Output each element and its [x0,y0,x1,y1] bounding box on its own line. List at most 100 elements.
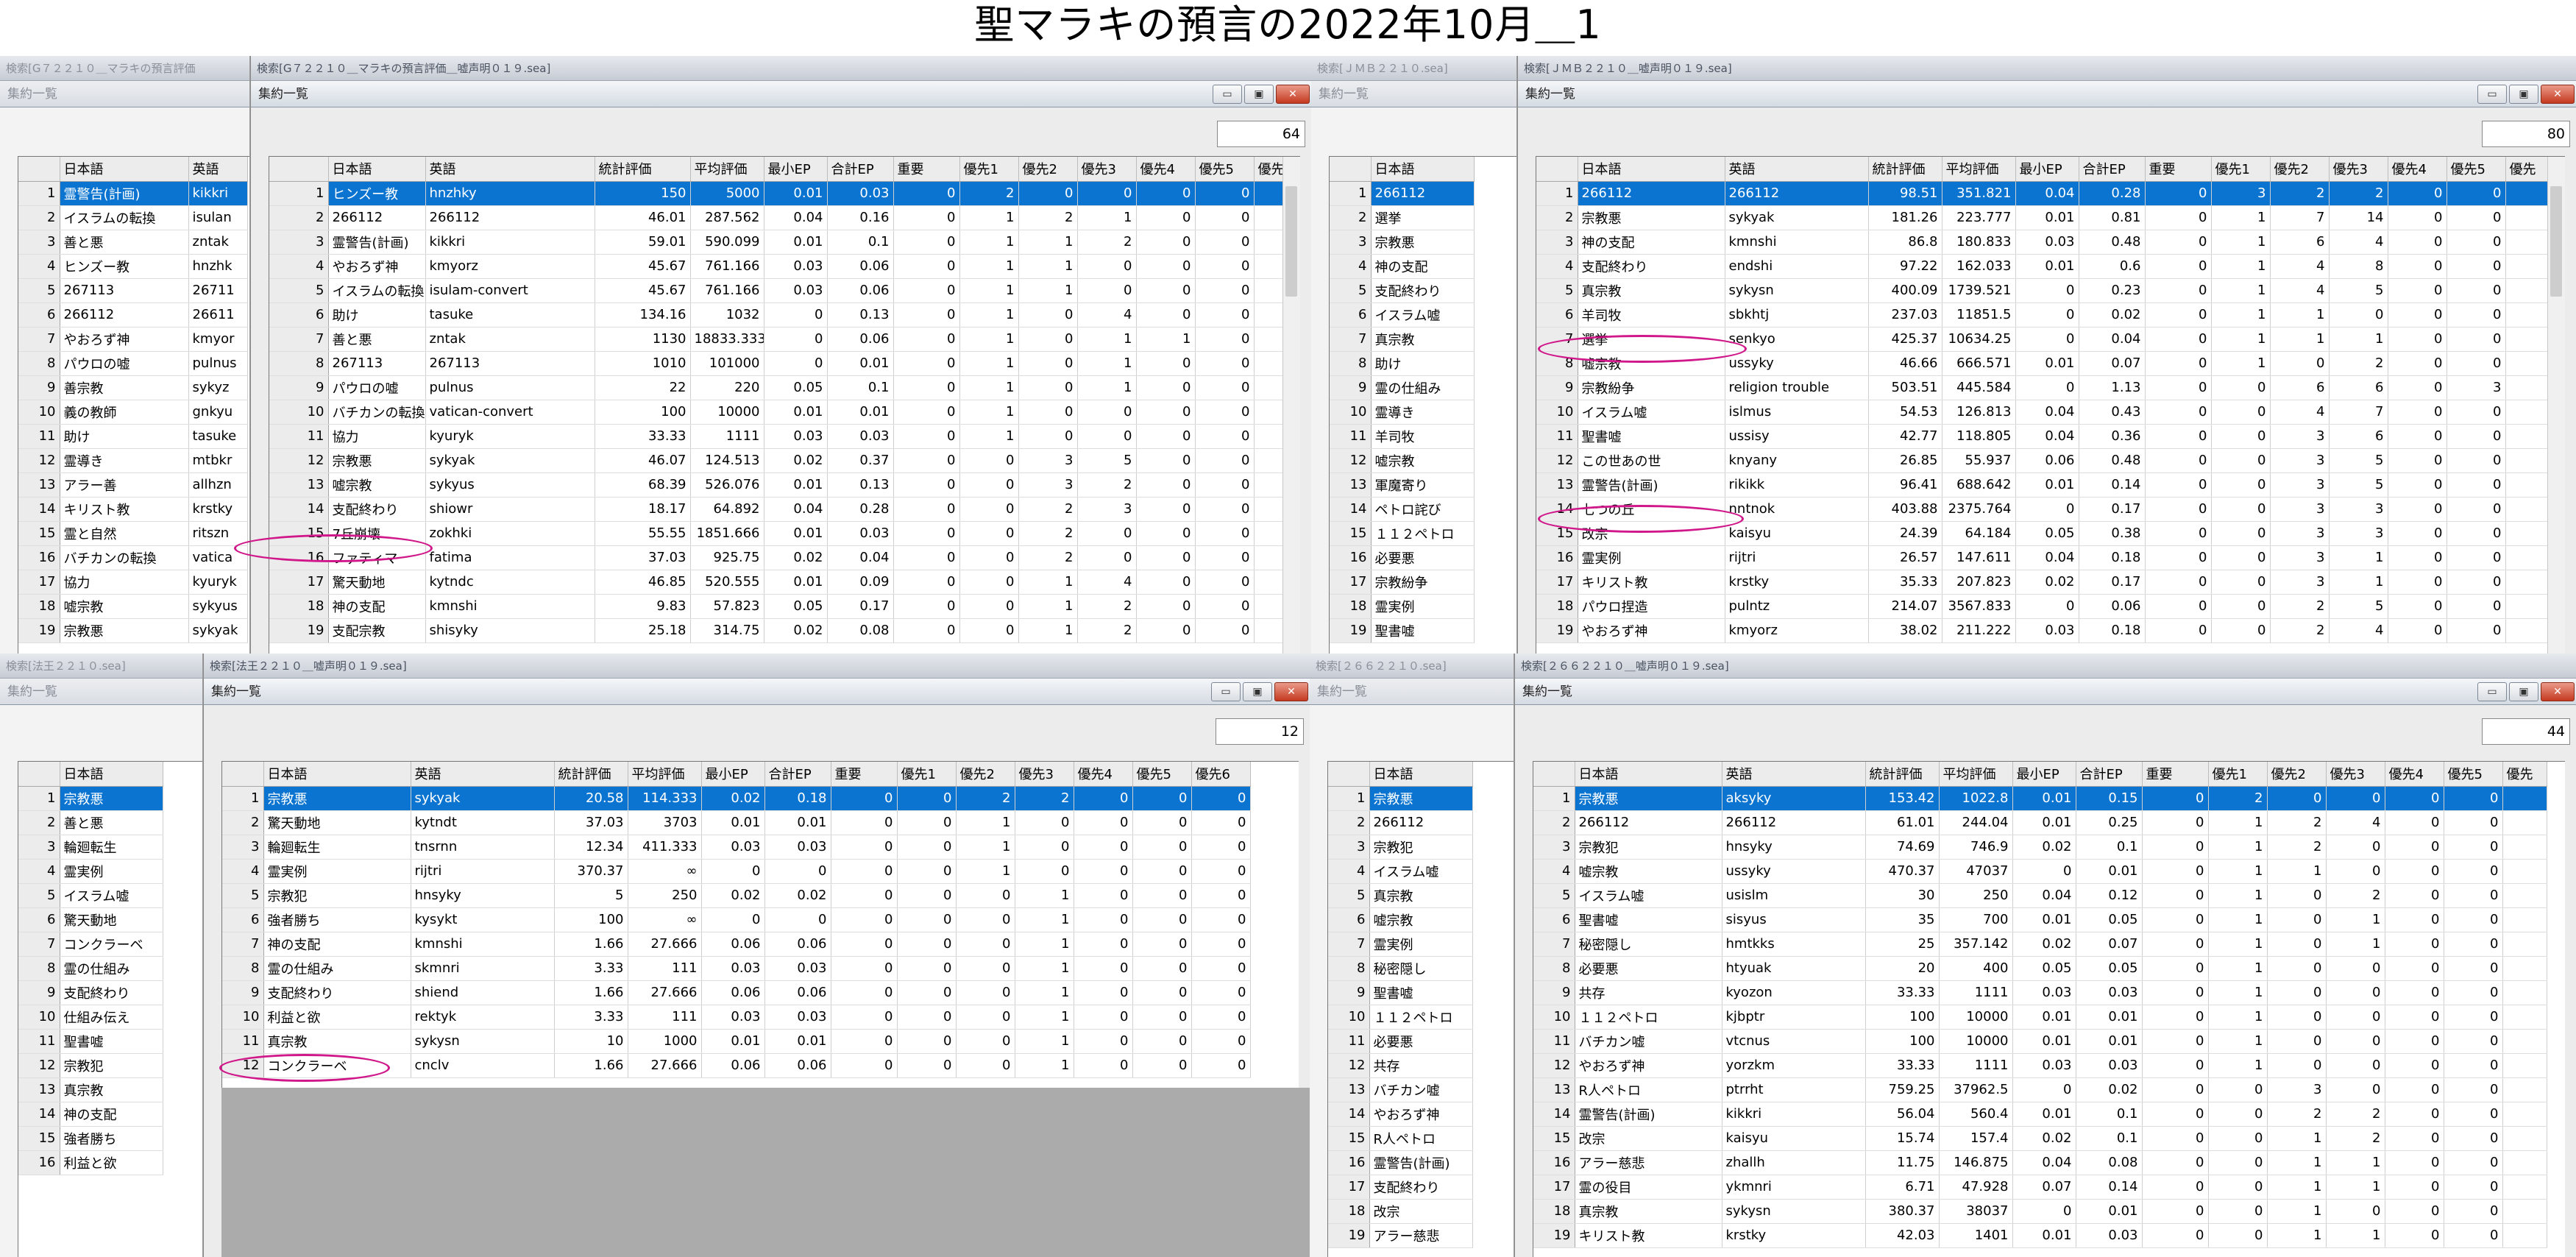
main-1-cell[interactable]: 7丘崩壊 [328,521,426,546]
main-2-cell[interactable]: nntnok [1725,497,1869,522]
main-3-table-row[interactable]: 7 神の支配 kmnshi 1.66 27.666 0.06 0.06 0 0 0 1 0 0 0 [222,932,1251,957]
main-1-cell[interactable]: 0.02 [764,618,828,643]
main-2-cell[interactable]: 118.805 [1942,424,2016,449]
main-2-cell[interactable]: 0 [2145,302,2212,327]
main-4-cell[interactable]: 宗教犯 [1575,835,1722,860]
main-4-cell[interactable]: 1 [2267,1223,2327,1248]
source-4-table-row[interactable]: 1 宗教悪 [1328,786,1473,811]
main-1-cell[interactable]: 287.562 [690,205,764,230]
main-2-cell[interactable]: 4 [2270,278,2330,303]
main-3-cell[interactable]: 0 [831,932,898,957]
main-1-cell[interactable]: 0.04 [827,545,894,570]
main-1-cell[interactable]: 0 [1018,181,1078,206]
main-1-cell[interactable]: 46.07 [595,448,691,473]
main-1-cell[interactable]: 0 [1077,521,1137,546]
main-4-cell[interactable]: 244.04 [1939,810,2013,835]
main-2-cell[interactable]: 0 [2447,327,2506,352]
main-4-cell[interactable]: 25 [1865,932,1940,957]
main-1-cell[interactable]: 59.01 [595,230,691,255]
main-3-cell[interactable]: 10 [554,1029,628,1054]
main-4-table-row[interactable]: 10 １１２ペトロ kjbptr 100 10000 0.01 0.01 0 1 0 0 0 0 [1533,1005,2547,1030]
main-4-cell[interactable]: 380.37 [1865,1199,1940,1224]
main-1-cell[interactable]: 0 [893,400,960,425]
main-1-cell[interactable]: 0 [1077,545,1137,570]
main-2-cell[interactable] [2505,424,2550,449]
main-3-cell[interactable]: 0 [1132,980,1192,1005]
main-4-cell[interactable]: 0.03 [2076,1053,2143,1078]
main-2-cell[interactable]: 0 [2145,351,2212,376]
main-2-cell[interactable]: 0 [2015,375,2079,400]
main-3-cell[interactable]: 0.01 [701,1029,765,1054]
source-3-cell[interactable]: 霊の仕組み [60,956,163,981]
main-2-cell[interactable]: 0.81 [2079,205,2146,230]
main-1-cell[interactable]: 100 [595,400,691,425]
main-4-cell[interactable]: 0 [2444,1053,2503,1078]
main-4-cell[interactable]: 1111 [1939,1053,2013,1078]
main-4-cell[interactable]: 0 [2385,859,2444,884]
main-1-cell[interactable]: 266112 [425,205,595,230]
main-4-cell[interactable]: usislm [1722,883,1866,908]
main-4-table-row[interactable]: 12 やおろず神 yorzkm 33.33 1111 0.03 0.03 0 1 0 0 0 0 [1533,1053,2547,1078]
main-2-cell[interactable]: 97.22 [1868,254,1942,279]
source-4-table-row[interactable]: 7 霊実例 [1328,932,1473,957]
source-4-table-row[interactable]: 17 支配終わり [1328,1175,1473,1200]
main-4-cell[interactable]: 0 [2267,980,2327,1005]
main-3-cell[interactable]: 0 [1132,1029,1192,1054]
main-3-cell[interactable]: 0.02 [701,786,765,811]
source-3-cell[interactable]: 真宗教 [60,1077,163,1102]
main-3-cell[interactable]: 0.06 [701,1053,765,1078]
main-4-cell[interactable]: 0.1 [2076,835,2143,860]
main-1-cell[interactable]: 神の支配 [328,594,426,619]
main-4-cell[interactable] [2502,1126,2547,1151]
main-1-cell[interactable]: 0.05 [764,594,828,619]
main-1-cell[interactable]: shisyky [425,618,595,643]
main-3-cell[interactable]: shiend [411,980,555,1005]
main-1-cell[interactable]: 0.03 [764,254,828,279]
main-3-cell[interactable]: 0.01 [764,810,831,835]
main-4-cell[interactable]: 1 [2326,1223,2385,1248]
main-1-cell[interactable]: 0 [893,545,960,570]
main-2-cell[interactable]: 4 [2270,254,2330,279]
main-4-cell[interactable]: 0 [2385,1053,2444,1078]
main-1-cell[interactable]: 0.03 [764,424,828,449]
main-3-cell[interactable]: hnsyky [411,883,555,908]
main-1-column-header[interactable]: 合計EP [827,157,894,182]
main-4-cell[interactable]: vtcnus [1722,1029,1866,1054]
vertical-scrollbar[interactable] [1282,157,1300,654]
panel-3-source-window[interactable]: 検索[法王２２１０.sea] 集約一覧 日本語 1 宗教悪 2 善と悪 3 輪廻転生 4 霊実例 5 イ… [0,654,203,1257]
main-4-cell[interactable]: 0 [2142,883,2209,908]
minimize-icon[interactable]: ▭ [1211,682,1241,701]
main-2-cell[interactable]: 0 [2211,545,2271,570]
main-4-cell[interactable]: 0.03 [2076,1223,2143,1248]
main-3-cell[interactable]: sykyak [411,786,555,811]
source-1-cell[interactable]: mtbkr [188,448,248,473]
source-2-cell[interactable]: 宗教紛争 [1371,570,1475,595]
main-3-cell[interactable]: 1 [956,859,1015,884]
main-3-cell[interactable]: 0 [956,932,1015,957]
main-4-column-header[interactable]: 統計評価 [1865,762,1940,787]
main-4-cell[interactable]: aksyky [1722,786,1866,811]
main-2-cell[interactable]: 2 [2270,181,2330,206]
main-3-cell[interactable]: 0 [1191,810,1251,835]
main-1-cell[interactable]: 1 [959,351,1019,376]
main-1-cell[interactable]: やおろず神 [328,254,426,279]
main-4-cell[interactable]: 470.37 [1865,859,1940,884]
main-3-cell[interactable]: 0 [1191,883,1251,908]
source-2-table-row[interactable]: 10 霊導き [1330,400,1475,425]
main-3-cell[interactable]: skmnri [411,956,555,981]
source-2-cell[interactable]: 必要悪 [1371,545,1475,570]
main-4-cell[interactable]: 0 [2267,883,2327,908]
main-2-cell[interactable]: 0.05 [2015,521,2079,546]
source-1-cell[interactable]: 26711 [188,278,248,303]
main-4-cell[interactable]: バチカン嘘 [1575,1029,1722,1054]
main-2-cell[interactable]: 0 [2145,327,2212,352]
source-3-table-row[interactable]: 6 驚天動地 [18,907,163,932]
main-1-cell[interactable]: 0.02 [764,448,828,473]
main-1-cell[interactable]: 0 [1136,230,1196,255]
main-1-cell[interactable]: 0 [893,351,960,376]
main-4-cell[interactable]: 秘密隠し [1575,932,1722,957]
source-4-table-row[interactable]: 8 秘密隠し [1328,956,1473,981]
source-2-table-row[interactable]: 17 宗教紛争 [1330,570,1475,595]
main-1-cell[interactable]: 0 [1136,424,1196,449]
main-4-cell[interactable]: 33.33 [1865,1053,1940,1078]
